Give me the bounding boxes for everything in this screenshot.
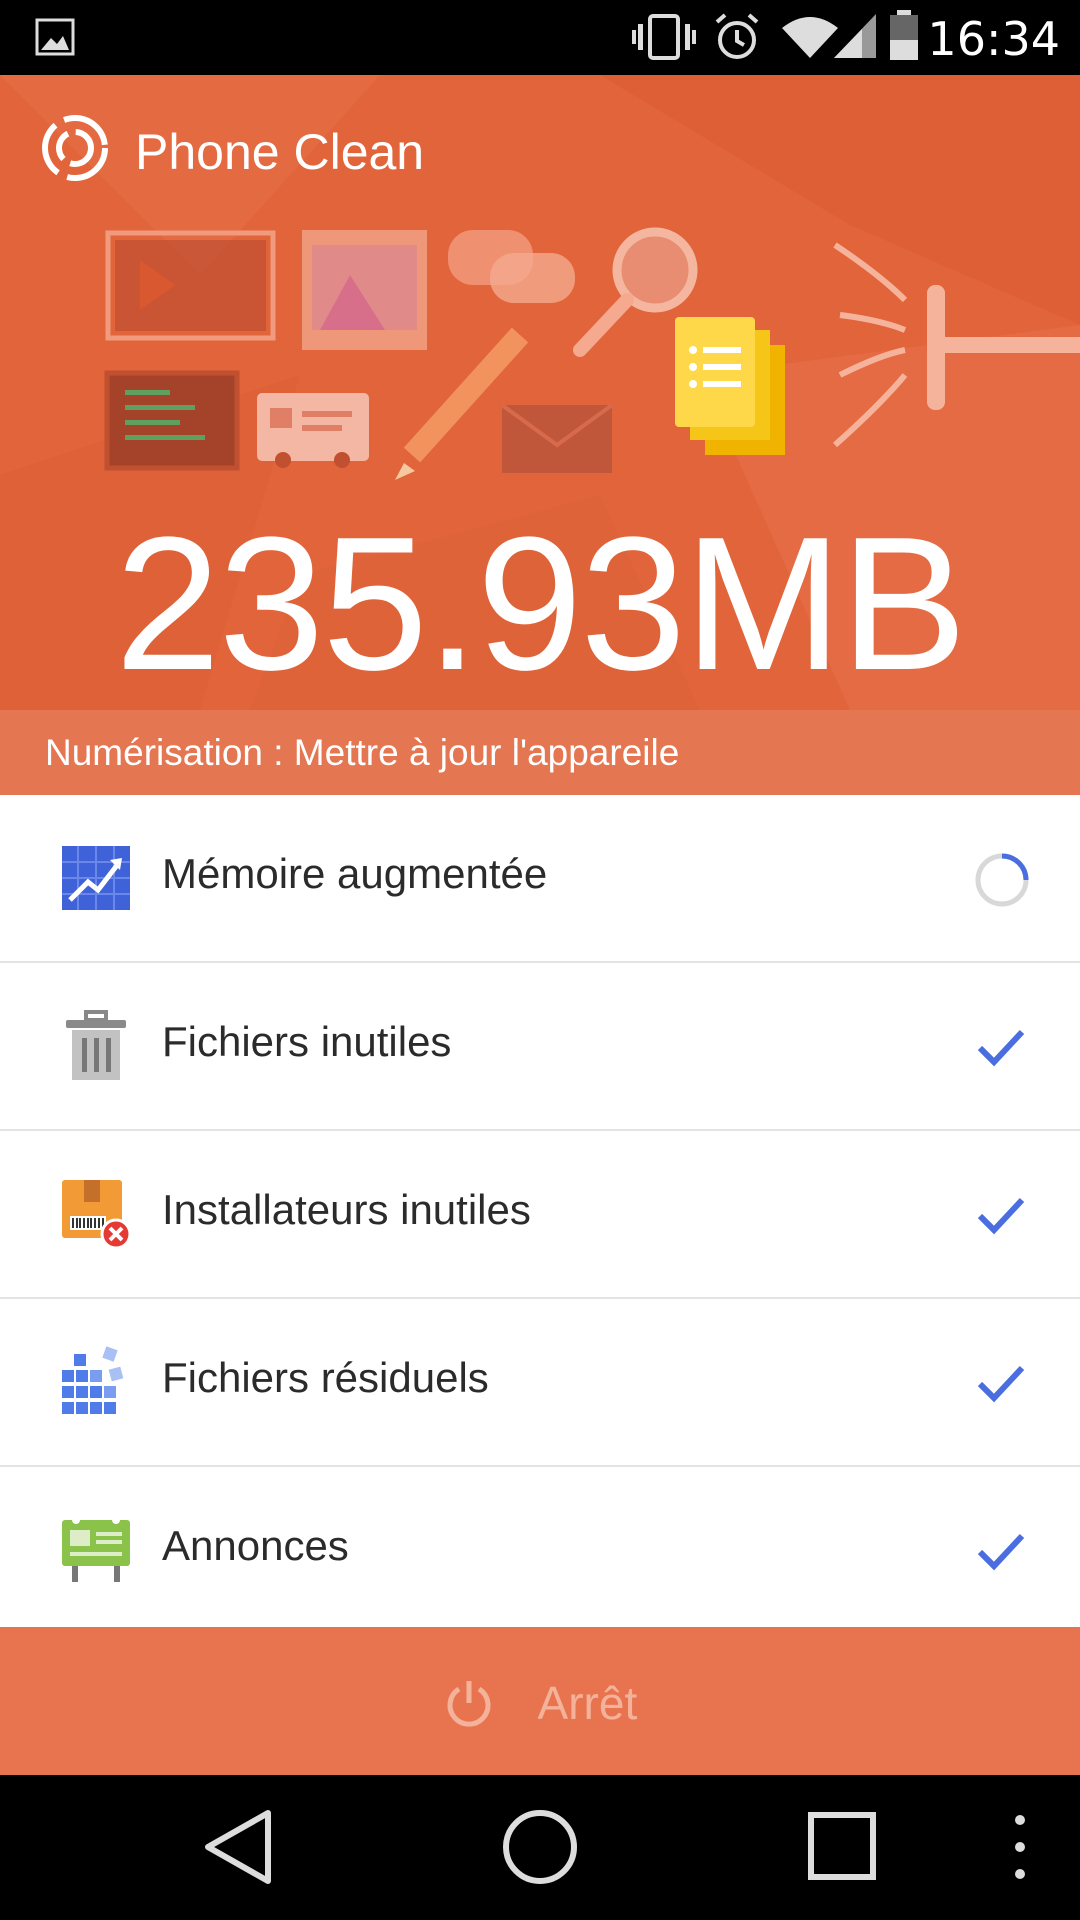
signal-icon (834, 14, 876, 58)
home-icon[interactable] (500, 1805, 580, 1890)
recents-icon[interactable] (805, 1805, 880, 1890)
clock: 16:34 (927, 12, 1060, 66)
checkmark-icon (977, 1533, 1025, 1571)
stop-button-content: Arrêt (0, 1672, 1080, 1730)
scan-status-bar: Numérisation : Mettre à jour l'appareile (0, 710, 1080, 795)
stop-button-label: Arrêt (537, 1676, 638, 1729)
loading-spinner-icon (975, 853, 1029, 907)
back-icon[interactable] (200, 1805, 275, 1890)
list-item-residual-files[interactable]: Fichiers résiduels (0, 1299, 1080, 1467)
stop-button[interactable]: Arrêt (0, 1627, 1080, 1775)
list-item-junk-files[interactable]: Fichiers inutiles (0, 963, 1080, 1131)
package-icon (62, 1180, 132, 1250)
hero-panel: Phone Clean 235.93MB Numérisation : Mett… (0, 75, 1080, 795)
billboard-icon (62, 1516, 130, 1582)
scan-status-text: Numérisation : Mettre à jour l'appareile (45, 732, 680, 773)
image-icon (35, 18, 75, 56)
alarm-icon (715, 13, 759, 59)
checkmark-icon (977, 1197, 1025, 1235)
app-title: Phone Clean (135, 124, 425, 180)
item-label: Installateurs inutiles (162, 1186, 531, 1233)
power-icon (447, 1680, 491, 1727)
wifi-icon (782, 17, 838, 58)
cleanable-size: 235.93MB (114, 498, 967, 710)
trash-icon (66, 1010, 126, 1080)
navigation-bar (0, 1775, 1080, 1920)
residual-blocks-icon (62, 1346, 124, 1414)
checkmark-icon (977, 1365, 1025, 1403)
more-icon[interactable] (1010, 1805, 1030, 1890)
item-label: Mémoire augmentée (162, 850, 548, 897)
checkmark-icon (977, 1029, 1025, 1067)
vibrate-icon (632, 14, 696, 60)
scan-items-list: Mémoire augmentée Fichiers inutiles Inst… (0, 795, 1080, 1627)
battery-icon (890, 10, 918, 60)
item-label: Fichiers résiduels (162, 1354, 489, 1401)
phone-clean-logo-icon (42, 115, 108, 181)
item-label: Fichiers inutiles (162, 1018, 452, 1065)
memory-chart-icon (62, 846, 130, 910)
list-item-installers[interactable]: Installateurs inutiles (0, 1131, 1080, 1299)
list-item-ads[interactable]: Annonces (0, 1467, 1080, 1633)
list-item-memory[interactable]: Mémoire augmentée (0, 795, 1080, 963)
item-label: Annonces (162, 1522, 349, 1569)
status-bar: 16:34 (0, 0, 1080, 75)
